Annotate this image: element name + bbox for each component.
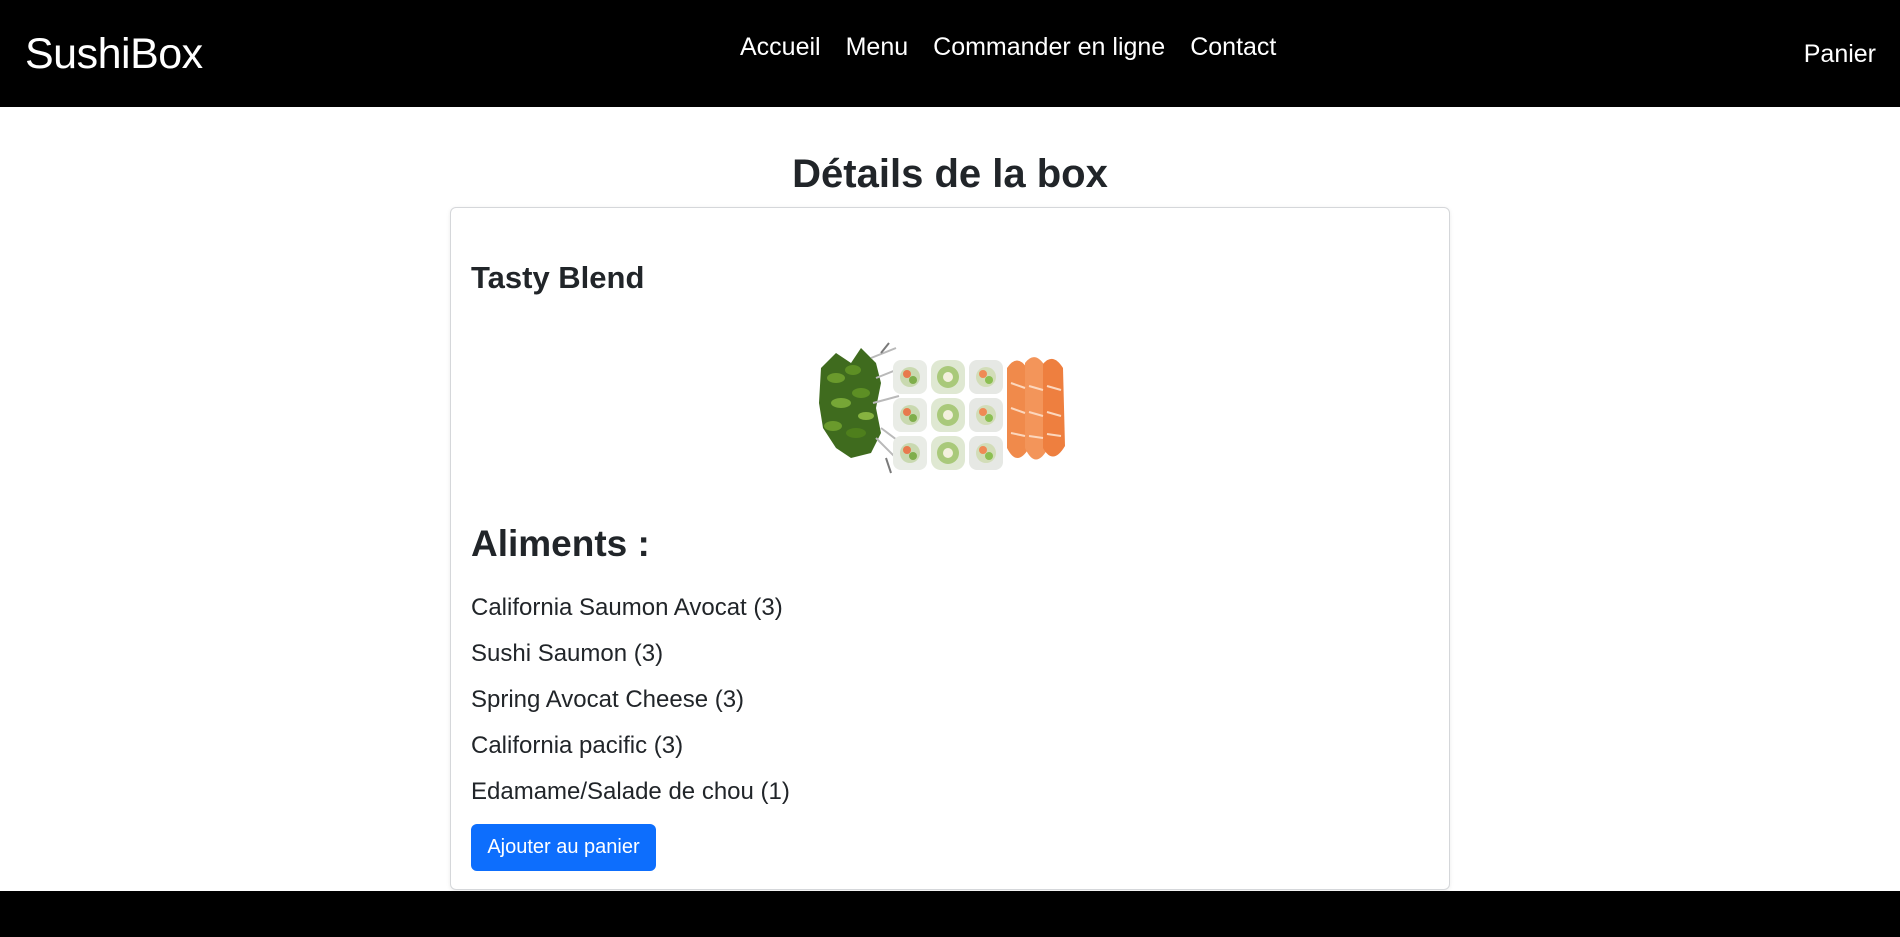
cart-link[interactable]: Panier xyxy=(1804,34,1876,74)
brand-logo-link[interactable]: SushiBox xyxy=(25,26,203,82)
food-item: Edamame/Salade de chou (1) xyxy=(471,778,790,805)
box-details-card: Tasty Blend Aliments: California Saumon… xyxy=(450,207,1450,890)
food-list: California Saumon Avocat (3) Sushi Saumo… xyxy=(471,585,790,815)
nav-link-contact[interactable]: Contact xyxy=(1190,27,1276,67)
food-item: Sushi Saumon (3) xyxy=(471,640,664,667)
page-title: Détails de la box xyxy=(792,152,1108,196)
salmon-sushi-graphic xyxy=(1007,357,1065,460)
sushi-box-photo-icon xyxy=(819,342,1065,474)
maki-rolls-graphic xyxy=(893,360,1003,470)
nav-link-menu[interactable]: Menu xyxy=(846,27,909,67)
nav-link-commander-en-ligne[interactable]: Commander en ligne xyxy=(933,27,1165,67)
nav-links: Accueil Menu Commander en ligne Contact xyxy=(740,27,1276,67)
nav-link-accueil[interactable]: Accueil xyxy=(740,27,821,67)
food-item: California pacific (3) xyxy=(471,732,684,759)
page-footer xyxy=(0,891,1900,937)
food-item: Spring Avocat Cheese (3) xyxy=(471,686,745,713)
sushi-box-image xyxy=(781,308,1081,498)
foods-section-title: Aliments : xyxy=(471,523,650,564)
food-item: California Saumon Avocat (3) xyxy=(471,594,783,621)
edamame-salad-graphic xyxy=(819,342,907,474)
add-to-cart-button[interactable]: Ajouter au panier xyxy=(471,824,656,871)
box-name: Tasty Blend xyxy=(471,260,645,295)
top-navbar: SushiBox Accueil Menu Commander en ligne… xyxy=(0,0,1900,107)
